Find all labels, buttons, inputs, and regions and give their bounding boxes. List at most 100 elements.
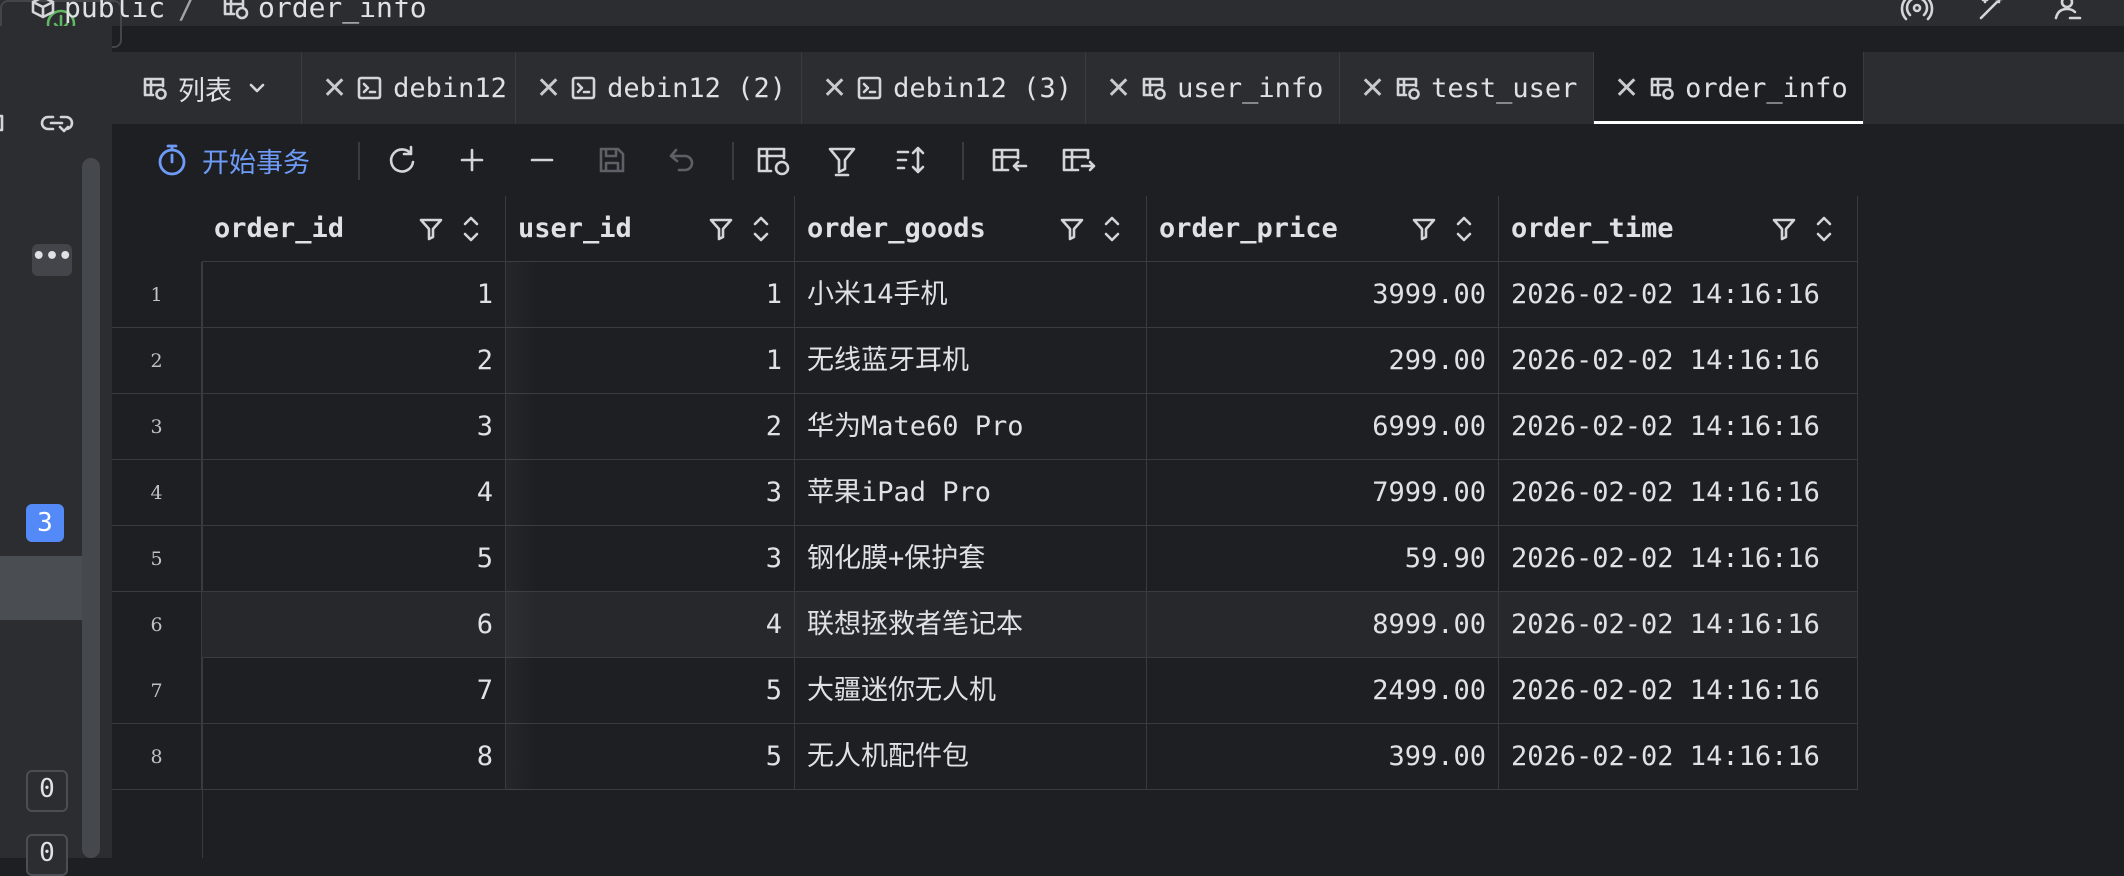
cell-order-id[interactable]: 4: [202, 460, 506, 526]
filter-icon[interactable]: [418, 216, 444, 242]
filter-icon[interactable]: [1771, 216, 1797, 242]
count-badge[interactable]: 0: [26, 770, 68, 812]
magic-wand-button[interactable]: [1975, 0, 2009, 22]
sort-icon[interactable]: [1813, 214, 1835, 244]
export-button[interactable]: [1060, 142, 1100, 178]
cell-order-price[interactable]: 7999.00: [1147, 460, 1499, 526]
account-button[interactable]: [2052, 0, 2086, 22]
cell-user-id[interactable]: 1: [506, 262, 795, 328]
cell-order-id[interactable]: 5: [202, 526, 506, 592]
count-badge[interactable]: 0: [26, 834, 68, 876]
table-row[interactable]: 4 4 3 苹果iPad Pro 7999.00 2026-02-02 14:1…: [112, 460, 1858, 526]
cell-order-price[interactable]: 399.00: [1147, 724, 1499, 790]
save-button[interactable]: [594, 142, 630, 178]
sort-button[interactable]: [894, 142, 930, 178]
start-transaction-button[interactable]: 开始事务: [156, 138, 310, 182]
database-icon[interactable]: [0, 110, 14, 136]
more-button[interactable]: •••: [32, 244, 72, 276]
tab-order-info[interactable]: ✕ order_info: [1594, 52, 1864, 125]
cell-order-time[interactable]: 2026-02-02 14:16:16: [1499, 592, 1858, 658]
cell-order-goods[interactable]: 华为Mate60 Pro: [795, 394, 1147, 460]
cell-order-goods[interactable]: 无线蓝牙耳机: [795, 328, 1147, 394]
cell-user-id[interactable]: 2: [506, 394, 795, 460]
refresh-button[interactable]: [384, 142, 420, 178]
cell-order-id[interactable]: 8: [202, 724, 506, 790]
cell-user-id[interactable]: 4: [506, 592, 795, 658]
cell-order-id[interactable]: 2: [202, 328, 506, 394]
cell-order-price[interactable]: 3999.00: [1147, 262, 1499, 328]
cell-order-price[interactable]: 59.90: [1147, 526, 1499, 592]
cell-order-goods[interactable]: 联想拯救者笔记本: [795, 592, 1147, 658]
column-header-order-id[interactable]: order_id: [202, 196, 506, 262]
breadcrumb-table[interactable]: order_info: [222, 0, 427, 24]
cell-order-goods[interactable]: 无人机配件包: [795, 724, 1147, 790]
column-header-order-price[interactable]: order_price: [1147, 196, 1499, 262]
table-row[interactable]: 1 1 1 小米14手机 3999.00 2026-02-02 14:16:16: [112, 262, 1858, 328]
close-icon[interactable]: ✕: [822, 71, 847, 106]
tab-list-view[interactable]: 列表: [112, 52, 302, 124]
cell-order-goods[interactable]: 小米14手机: [795, 262, 1147, 328]
cell-user-id[interactable]: 3: [506, 526, 795, 592]
cell-order-price[interactable]: 2499.00: [1147, 658, 1499, 724]
cell-order-goods[interactable]: 大疆迷你无人机: [795, 658, 1147, 724]
tab-debin12[interactable]: ✕ debin12: [302, 52, 516, 124]
broadcast-button[interactable]: [1900, 0, 1934, 22]
column-header-user-id[interactable]: user_id: [506, 196, 795, 262]
cell-order-time[interactable]: 2026-02-02 14:16:16: [1499, 460, 1858, 526]
cell-user-id[interactable]: 1: [506, 328, 795, 394]
table-row[interactable]: 8 8 5 无人机配件包 399.00 2026-02-02 14:16:16: [112, 724, 1858, 790]
chevron-down-icon[interactable]: [246, 77, 268, 99]
close-icon[interactable]: ✕: [322, 71, 347, 106]
cell-order-id[interactable]: 1: [202, 262, 506, 328]
delete-row-button[interactable]: [524, 142, 560, 178]
cell-order-time[interactable]: 2026-02-02 14:16:16: [1499, 262, 1858, 328]
sort-icon[interactable]: [750, 214, 772, 244]
cell-order-id[interactable]: 6: [202, 592, 506, 658]
import-button[interactable]: [990, 142, 1030, 178]
table-row[interactable]: 7 7 5 大疆迷你无人机 2499.00 2026-02-02 14:16:1…: [112, 658, 1858, 724]
cell-user-id[interactable]: 5: [506, 724, 795, 790]
table-row[interactable]: 3 3 2 华为Mate60 Pro 6999.00 2026-02-02 14…: [112, 394, 1858, 460]
cell-order-time[interactable]: 2026-02-02 14:16:16: [1499, 658, 1858, 724]
count-badge[interactable]: 3: [26, 504, 64, 542]
cell-order-price[interactable]: 299.00: [1147, 328, 1499, 394]
close-icon[interactable]: ✕: [536, 71, 561, 106]
cell-user-id[interactable]: 3: [506, 460, 795, 526]
sort-icon[interactable]: [1453, 214, 1475, 244]
cell-order-id[interactable]: 3: [202, 394, 506, 460]
tab-debin12-2[interactable]: ✕ debin12 (2): [516, 52, 802, 124]
sort-icon[interactable]: [1101, 214, 1123, 244]
tab-debin12-3[interactable]: ✕ debin12 (3): [802, 52, 1086, 124]
cell-order-price[interactable]: 6999.00: [1147, 394, 1499, 460]
add-row-button[interactable]: [454, 142, 490, 178]
tab-test-user[interactable]: ✕ test_user: [1340, 52, 1594, 124]
cell-order-time[interactable]: 2026-02-02 14:16:16: [1499, 526, 1858, 592]
cell-order-goods[interactable]: 苹果iPad Pro: [795, 460, 1147, 526]
filter-icon[interactable]: [708, 216, 734, 242]
close-icon[interactable]: ✕: [1360, 71, 1385, 106]
cell-order-time[interactable]: 2026-02-02 14:16:16: [1499, 394, 1858, 460]
filter-button[interactable]: [824, 142, 860, 178]
cell-order-time[interactable]: 2026-02-02 14:16:16: [1499, 328, 1858, 394]
table-row[interactable]: 6 6 4 联想拯救者笔记本 8999.00 2026-02-02 14:16:…: [112, 592, 1858, 658]
sort-icon[interactable]: [460, 214, 482, 244]
sidebar-selected-item[interactable]: [0, 556, 82, 620]
filter-icon[interactable]: [1411, 216, 1437, 242]
cell-user-id[interactable]: 5: [506, 658, 795, 724]
column-header-order-goods[interactable]: order_goods: [795, 196, 1147, 262]
view-mode-button[interactable]: [754, 142, 794, 178]
filter-icon[interactable]: [1059, 216, 1085, 242]
close-icon[interactable]: ✕: [1614, 71, 1639, 106]
table-row[interactable]: 2 2 1 无线蓝牙耳机 299.00 2026-02-02 14:16:16: [112, 328, 1858, 394]
revert-button[interactable]: [664, 142, 700, 178]
cell-order-goods[interactable]: 钢化膜+保护套: [795, 526, 1147, 592]
tab-user-info[interactable]: ✕ user_info: [1086, 52, 1340, 124]
table-row[interactable]: 5 5 3 钢化膜+保护套 59.90 2026-02-02 14:16:16: [112, 526, 1858, 592]
close-icon[interactable]: ✕: [1106, 71, 1131, 106]
cell-order-price[interactable]: 8999.00: [1147, 592, 1499, 658]
breadcrumb-schema[interactable]: public: [30, 0, 165, 24]
sidebar-scrollbar[interactable]: [82, 158, 100, 858]
cell-order-id[interactable]: 7: [202, 658, 506, 724]
cell-order-time[interactable]: 2026-02-02 14:16:16: [1499, 724, 1858, 790]
column-header-order-time[interactable]: order_time: [1499, 196, 1858, 262]
